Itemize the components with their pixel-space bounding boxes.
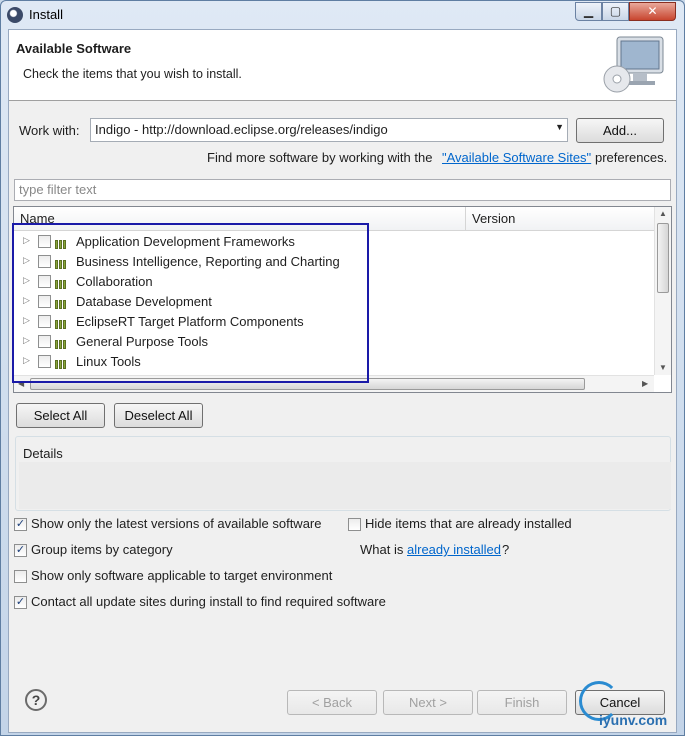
- add-button[interactable]: Add...: [576, 118, 664, 143]
- chevron-down-icon[interactable]: ▼: [555, 122, 564, 132]
- already-installed-link[interactable]: already installed: [407, 542, 501, 557]
- group-by-category-label: Group items by category: [31, 542, 173, 557]
- watermark-text: iyunv.com: [599, 712, 668, 728]
- hide-installed-checkbox[interactable]: [348, 518, 361, 531]
- help-icon[interactable]: ?: [25, 689, 47, 711]
- maximize-button[interactable]: ▢: [602, 2, 629, 21]
- vertical-scroll-thumb[interactable]: [657, 223, 669, 293]
- highlight-box: [12, 223, 369, 383]
- scroll-right-icon[interactable]: ▶: [642, 379, 648, 388]
- vertical-scrollbar[interactable]: ▲ ▼: [654, 207, 671, 375]
- hide-installed-label: Hide items that are already installed: [365, 516, 572, 531]
- sites-prefix: Find more software by working with the: [207, 150, 433, 165]
- minimize-button[interactable]: ▁: [575, 2, 602, 21]
- finish-button[interactable]: Finish: [477, 690, 567, 715]
- dialog-header: Available Software Check the items that …: [9, 30, 676, 101]
- column-header-version[interactable]: Version: [466, 207, 654, 231]
- filter-input[interactable]: type filter text: [14, 179, 671, 201]
- scroll-up-icon[interactable]: ▲: [659, 209, 667, 218]
- latest-versions-checkbox[interactable]: ✓: [14, 518, 27, 531]
- available-software-sites-link[interactable]: "Available Software Sites": [442, 150, 591, 165]
- contact-sites-label: Contact all update sites during install …: [31, 594, 386, 609]
- install-monitor-icon: [603, 36, 664, 93]
- what-is-suffix: ?: [502, 542, 510, 557]
- page-title: Available Software: [16, 41, 132, 56]
- next-button[interactable]: Next >: [383, 690, 473, 715]
- close-button[interactable]: ✕: [629, 2, 676, 21]
- details-label: Details: [23, 446, 63, 461]
- what-is-prefix: What is: [360, 542, 404, 557]
- work-with-value: Indigo - http://download.eclipse.org/rel…: [95, 122, 388, 137]
- latest-versions-label: Show only the latest versions of availab…: [31, 516, 322, 531]
- page-description: Check the items that you wish to install…: [23, 67, 242, 81]
- work-with-combo[interactable]: Indigo - http://download.eclipse.org/rel…: [90, 118, 568, 142]
- back-button[interactable]: < Back: [287, 690, 377, 715]
- sites-suffix: preferences.: [595, 150, 668, 165]
- work-with-label: Work with:: [19, 123, 80, 138]
- title-bar[interactable]: Install ▁ ▢ ✕: [1, 1, 684, 29]
- group-by-category-checkbox[interactable]: ✓: [14, 544, 27, 557]
- window-title: Install: [29, 7, 63, 22]
- contact-sites-checkbox[interactable]: ✓: [14, 596, 27, 609]
- select-all-button[interactable]: Select All: [16, 403, 105, 428]
- deselect-all-button[interactable]: Deselect All: [114, 403, 203, 428]
- target-env-label: Show only software applicable to target …: [31, 568, 333, 583]
- scroll-down-icon[interactable]: ▼: [659, 363, 667, 372]
- target-env-checkbox[interactable]: [14, 570, 27, 583]
- details-text-area[interactable]: [19, 462, 671, 509]
- eclipse-icon: [7, 7, 23, 23]
- install-window: Install ▁ ▢ ✕ Available Software Check t…: [0, 0, 685, 736]
